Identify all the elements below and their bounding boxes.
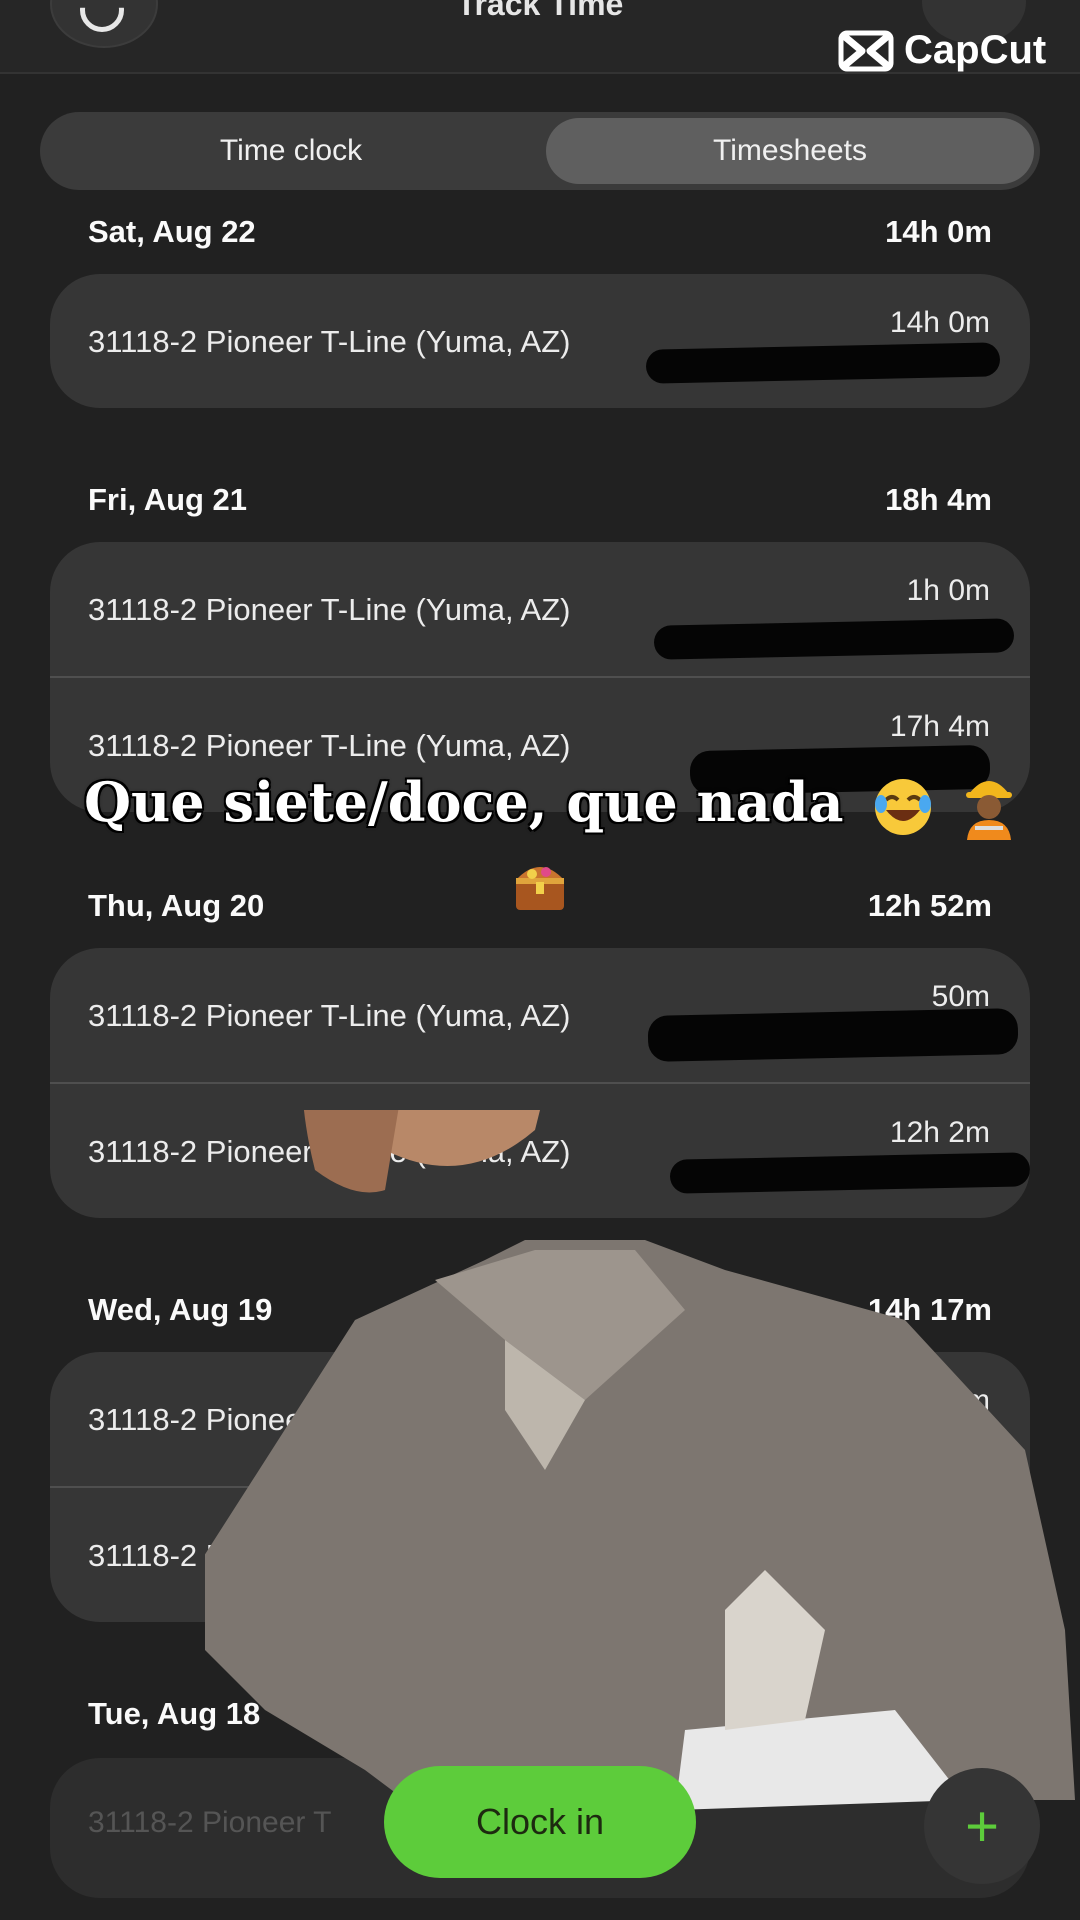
day-header: Fri, Aug 21 18h 4m	[88, 482, 992, 518]
day-date: Thu, Aug 20	[88, 888, 265, 923]
entry-duration: 14h 0m	[889, 306, 990, 339]
redaction-scribble	[647, 1008, 1019, 1062]
segmented-control: Time clock Timesheets	[40, 112, 1040, 190]
laughing-emoji-icon	[875, 778, 932, 835]
redaction-scribble	[645, 342, 1001, 384]
redaction-scribble	[653, 618, 1015, 660]
video-caption: Que siete/doce, que nada	[84, 770, 1015, 840]
clock-in-button[interactable]: Clock in	[384, 1766, 696, 1878]
construction-worker-icon	[966, 780, 1013, 840]
timesheet-row[interactable]: 31118-2 Pioneer T-Line (Yuma, AZ) 1h 0m	[50, 542, 1030, 676]
capcut-watermark: CapCut	[838, 28, 1046, 73]
page-title: Track Time	[456, 0, 624, 22]
day-date: Sat, Aug 22	[88, 214, 256, 249]
entry-duration: 17h 4m	[889, 710, 990, 743]
day-date: Fri, Aug 21	[88, 482, 248, 517]
day-total: 12h 52m	[867, 888, 992, 923]
laughing-man-sticker	[205, 1110, 1075, 1810]
capcut-logo-icon	[838, 30, 894, 71]
day-total: 14h 0m	[885, 214, 992, 249]
timesheet-card: 31118-2 Pioneer T-Line (Yuma, AZ) 14h 0m	[50, 274, 1030, 408]
timesheet-row[interactable]: 31118-2 Pioneer T-Line (Yuma, AZ) 50m	[50, 948, 1030, 1082]
job-name: 31118-2 Pioneer T-Line (Yuma, AZ)	[88, 998, 571, 1033]
day-header: Sat, Aug 22 14h 0m	[88, 214, 992, 250]
job-name: 31118-2 Pioneer T-Line (Yuma, AZ)	[88, 592, 571, 627]
watermark-text: CapCut	[904, 28, 1047, 72]
caption-text: Que siete/doce, que nada	[84, 770, 844, 834]
plus-icon: +	[965, 1793, 999, 1859]
timesheet-row[interactable]: 31118-2 Pioneer T-Line (Yuma, AZ) 14h 0m	[50, 274, 1030, 408]
tab-time-clock[interactable]: Time clock	[46, 118, 536, 184]
treasure-chest-icon	[516, 867, 564, 910]
tab-timesheets[interactable]: Timesheets	[546, 118, 1034, 184]
job-name: 31118-2 Pioneer T-Line (Yuma, AZ)	[88, 728, 571, 763]
entry-duration: 1h 0m	[906, 574, 990, 607]
add-entry-button[interactable]: +	[924, 1768, 1040, 1884]
job-name: 31118-2 Pioneer T-Line (Yuma, AZ)	[88, 324, 571, 359]
day-total: 18h 4m	[885, 482, 992, 517]
